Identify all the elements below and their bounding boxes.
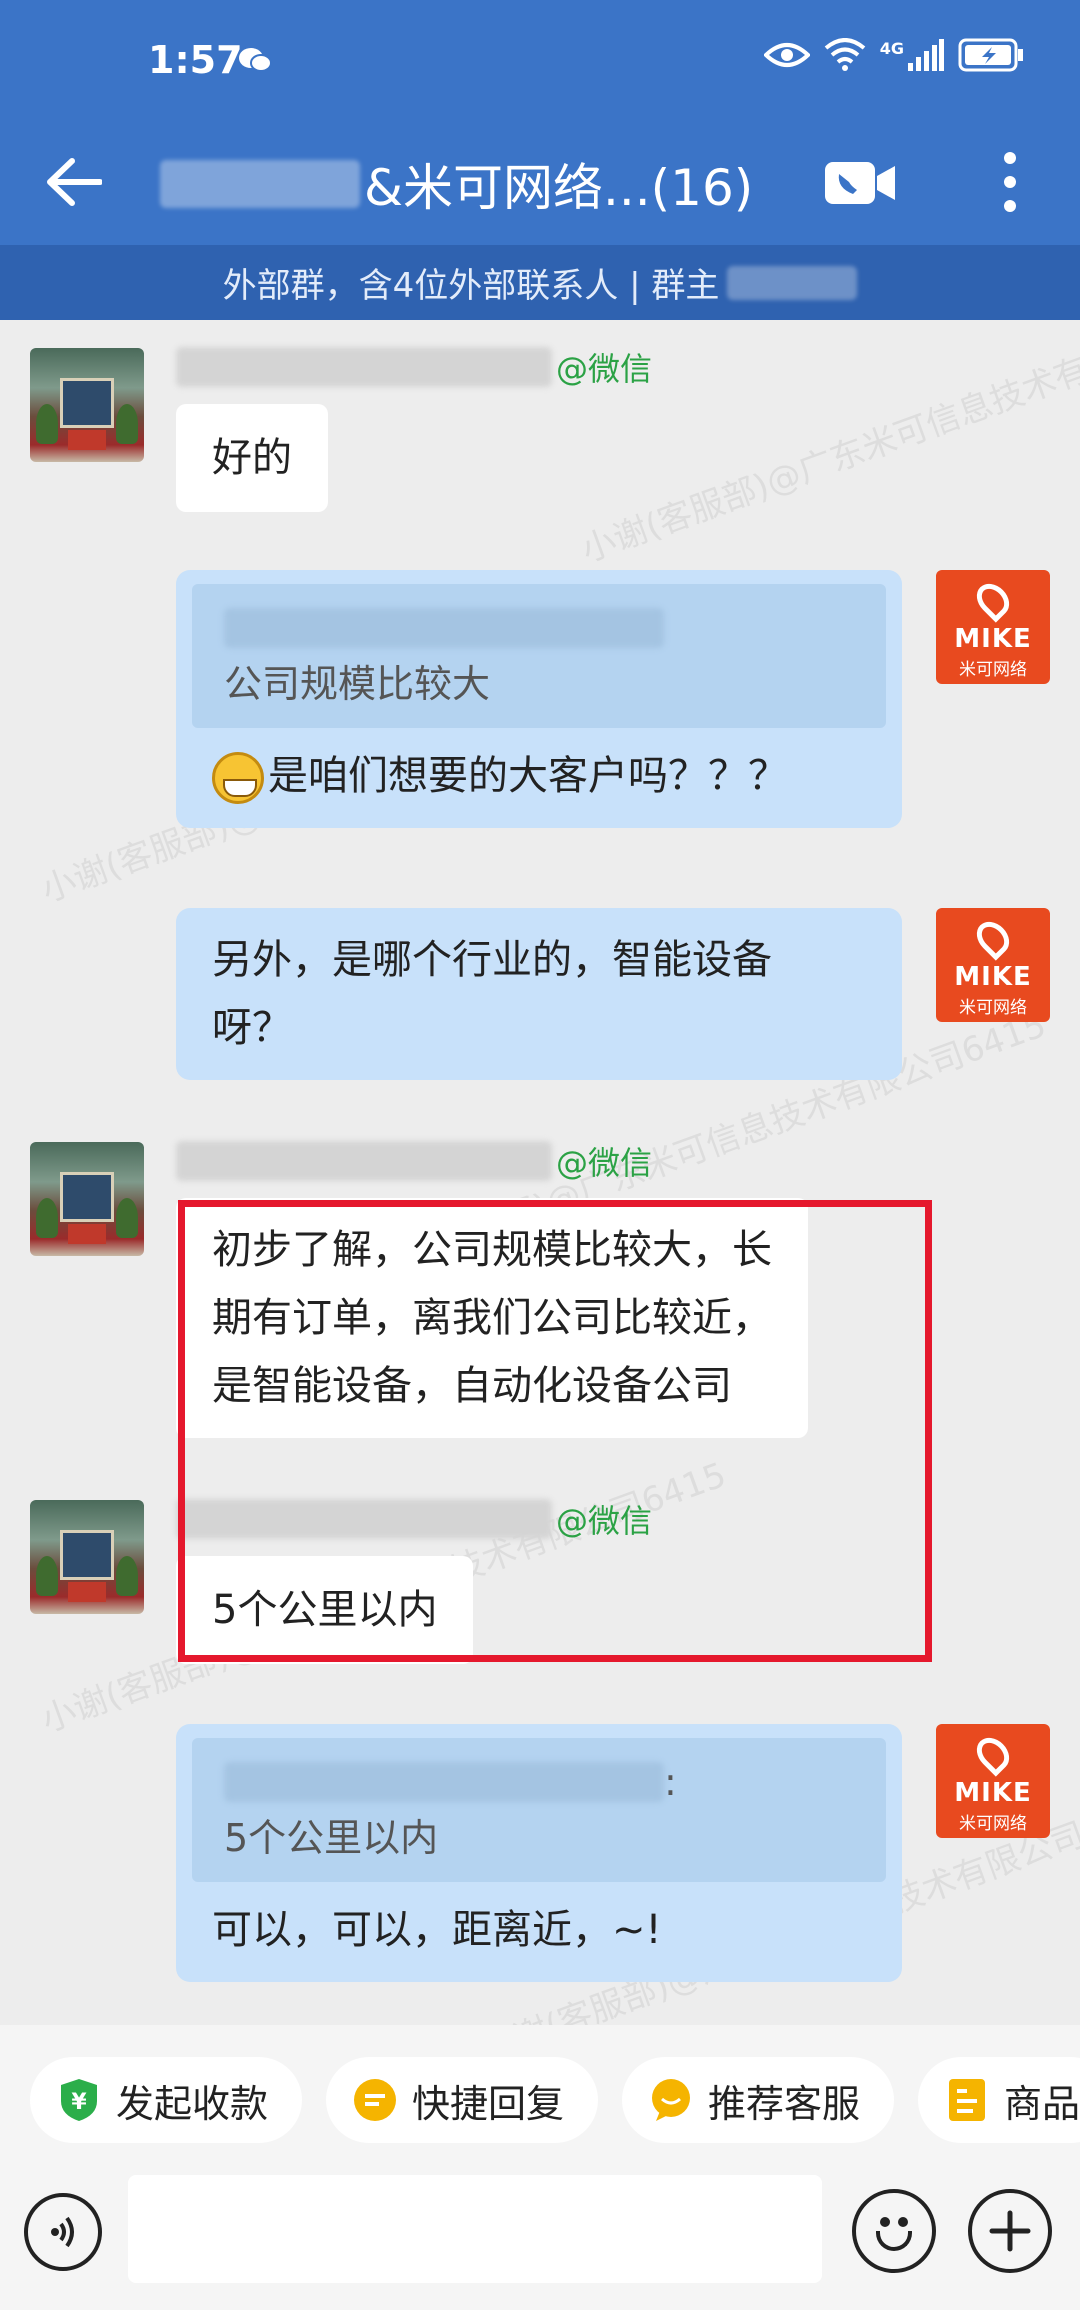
eye-comfort-icon [763, 43, 810, 67]
more-options-button[interactable] [975, 140, 1045, 224]
avatar[interactable]: MIKE 米可网络 [936, 570, 1050, 684]
message-input[interactable] [128, 2175, 822, 2283]
highlight-annotation-box [178, 1200, 932, 1662]
location-pin-icon [970, 577, 1016, 623]
system-icons: 4G [763, 38, 1024, 72]
more-dot-icon [1004, 152, 1016, 164]
quick-action-recommend[interactable]: 推荐客服 [622, 2057, 895, 2143]
chat-title-text: &米可网络...(16) [364, 159, 754, 217]
battery-charging-icon [958, 38, 1023, 72]
quick-action-label: 快捷回复 [412, 2081, 565, 2126]
quick-action-product[interactable]: 商品 [918, 2057, 1080, 2143]
message-text: 可以，可以，距离近，~! [212, 1907, 662, 1953]
redacted-sender [224, 1762, 664, 1802]
product-icon [944, 2077, 990, 2123]
chat-title[interactable]: &米可网络...(16) [160, 148, 753, 220]
redacted-owner [727, 265, 858, 300]
back-arrow-icon [47, 158, 102, 206]
smiley-icon [876, 2231, 912, 2251]
quick-action-label: 商品 [1004, 2081, 1080, 2126]
redacted-name [160, 160, 360, 208]
status-time: 1:57 [148, 38, 243, 82]
quoted-text: 5个公里以内 [224, 1816, 439, 1860]
avatar[interactable] [30, 1500, 144, 1614]
chat-message-list[interactable]: 小谢(客服部)@广东米可信息技术有限公司6415 小谢(客服部)@广东米可信息技… [0, 320, 1080, 2025]
group-info-bar[interactable]: 外部群，含4位外部联系人 | 群主 [0, 245, 1080, 320]
quick-action-quick-reply[interactable]: 快捷回复 [326, 2057, 599, 2143]
more-attachments-button[interactable] [968, 2189, 1052, 2273]
wechat-source-tag: @微信 [556, 350, 653, 388]
quick-action-payment[interactable]: ¥ 发起收款 [30, 2057, 303, 2143]
message-text: 是咱们想要的大客户吗？？？ [268, 753, 788, 799]
voice-icon [51, 2216, 74, 2248]
message-text-line: 另外，是哪个行业的，智能设备 [212, 937, 772, 983]
more-dot-icon [1004, 200, 1016, 212]
avatar-brand: MIKE [954, 624, 1032, 654]
emoji-button[interactable] [852, 2189, 936, 2273]
sender-name: @微信 [176, 342, 652, 392]
plus-icon [989, 2210, 1031, 2252]
quick-action-bar: ¥ 发起收款 快捷回复 推荐客服 商品 [0, 2025, 1080, 2175]
message-input-bar [0, 2175, 1080, 2310]
group-info-text: 外部群，含4位外部联系人 | 群主 [222, 266, 720, 306]
quick-action-label: 推荐客服 [708, 2081, 861, 2126]
quoted-text: 公司规模比较大 [224, 662, 491, 706]
quoted-message[interactable]: 公司规模比较大 [192, 584, 886, 728]
avatar[interactable]: MIKE 米可网络 [936, 1724, 1050, 1838]
video-call-button[interactable] [820, 148, 900, 218]
avatar[interactable] [30, 1142, 144, 1256]
video-camera-icon [825, 162, 895, 204]
redacted-sender [224, 608, 664, 648]
chat-header: &米可网络...(16) [0, 120, 1080, 245]
redacted-sender [176, 347, 552, 387]
signal-icon [908, 39, 944, 71]
message-bubble[interactable]: 好的 [176, 404, 328, 512]
status-bar: 1:57 4G [0, 0, 1080, 120]
more-dot-icon [1004, 176, 1016, 188]
message-bubble[interactable]: 公司规模比较大 是咱们想要的大客户吗？？？ [176, 570, 902, 828]
location-pin-icon [970, 1731, 1016, 1777]
wechat-source-tag: @微信 [556, 1144, 653, 1182]
message-text-line: 呀？ [212, 1005, 292, 1051]
redacted-sender [176, 1141, 552, 1181]
avatar-brand-sub: 米可网络 [959, 660, 1027, 680]
avatar-brand: MIKE [954, 962, 1032, 992]
quote-colon: : [664, 1760, 677, 1804]
payment-shield-icon: ¥ [56, 2077, 102, 2123]
avatar-brand-sub: 米可网络 [959, 1814, 1027, 1834]
location-pin-icon [970, 915, 1016, 961]
sender-name: @微信 [176, 1136, 652, 1186]
avatar[interactable]: MIKE 米可网络 [936, 908, 1050, 1022]
avatar[interactable] [30, 348, 144, 462]
wechat-notification-icon [239, 48, 272, 72]
voice-input-button[interactable] [24, 2193, 102, 2271]
grin-emoji-icon [212, 752, 264, 804]
message-text: 好的 [212, 435, 292, 481]
avatar-brand-sub: 米可网络 [959, 998, 1027, 1018]
avatar-brand: MIKE [954, 1778, 1032, 1808]
quoted-message[interactable]: : 5个公里以内 [192, 1738, 886, 1882]
message-bubble[interactable]: : 5个公里以内 可以，可以，距离近，~! [176, 1724, 902, 1982]
svg-text:¥: ¥ [71, 2090, 87, 2115]
quick-action-label: 发起收款 [116, 2081, 269, 2126]
message-bubble[interactable]: 另外，是哪个行业的，智能设备 呀？ [176, 908, 902, 1080]
back-button[interactable] [34, 142, 114, 222]
smiley-icon [880, 2217, 890, 2227]
smiley-icon [898, 2217, 908, 2227]
quick-reply-icon [352, 2077, 398, 2123]
network-type: 4G [879, 38, 904, 58]
recommend-service-icon [648, 2077, 694, 2123]
wifi-icon [824, 38, 866, 71]
